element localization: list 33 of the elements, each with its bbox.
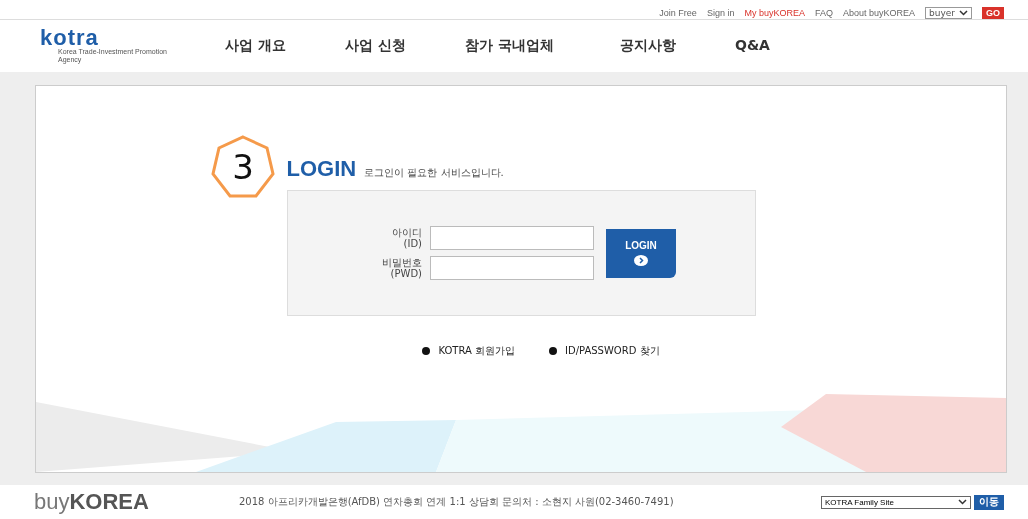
login-title: LOGIN <box>286 156 357 182</box>
step-number: 3 <box>232 149 254 185</box>
footer-notice: 2018 아프리카개발은행(AfDB) 연차총회 연계 1:1 상담회 문의처 : 소현지 사원(02-3460-7491) <box>239 495 675 509</box>
family-site-select[interactable]: KOTRA Family Site <box>821 495 971 509</box>
go-button[interactable]: GO <box>982 7 1004 19</box>
utility-link[interactable]: About buyKOREA <box>842 8 915 19</box>
utility-link[interactable]: Sign in <box>706 8 735 19</box>
input-field[interactable] <box>430 226 594 250</box>
account-link[interactable]: KOTRA 회원가입 <box>422 344 515 358</box>
nav-item[interactable]: 참가 국내업체 <box>465 37 620 55</box>
login-button[interactable]: LOGIN <box>606 228 676 278</box>
nav-item[interactable]: 사업 개요 <box>225 37 345 55</box>
login-subtitle: 로그인이 필요한 서비스입니다. <box>364 166 504 180</box>
utility-link[interactable]: FAQ <box>814 8 833 19</box>
chevron-down-icon <box>958 499 967 505</box>
field-label: 비밀번호 (PWD) <box>381 257 422 279</box>
field-label: 아이디 (ID) <box>391 227 422 249</box>
nav-item[interactable]: 사업 신청 <box>345 37 465 55</box>
utility-link[interactable]: My buyKOREA <box>744 8 805 19</box>
utility-link[interactable]: Join Free <box>659 8 697 19</box>
user-type-select[interactable]: buyer <box>925 7 972 19</box>
logo[interactable]: kotra <box>40 28 225 48</box>
account-link[interactable]: ID/PASSWORD 찾기 <box>549 344 660 358</box>
input-field[interactable] <box>430 256 594 280</box>
move-button[interactable]: 이동 <box>974 494 1004 510</box>
nav-item[interactable]: 공지사항 <box>620 37 735 55</box>
footer-logo: buyKOREA <box>34 489 150 515</box>
chevron-down-icon <box>959 10 968 16</box>
bullet-icon <box>549 347 557 355</box>
heptagon-icon <box>210 134 276 200</box>
arrow-circle-icon <box>634 255 648 266</box>
nav-item[interactable]: Q&A <box>735 37 795 55</box>
bullet-icon <box>422 347 431 355</box>
